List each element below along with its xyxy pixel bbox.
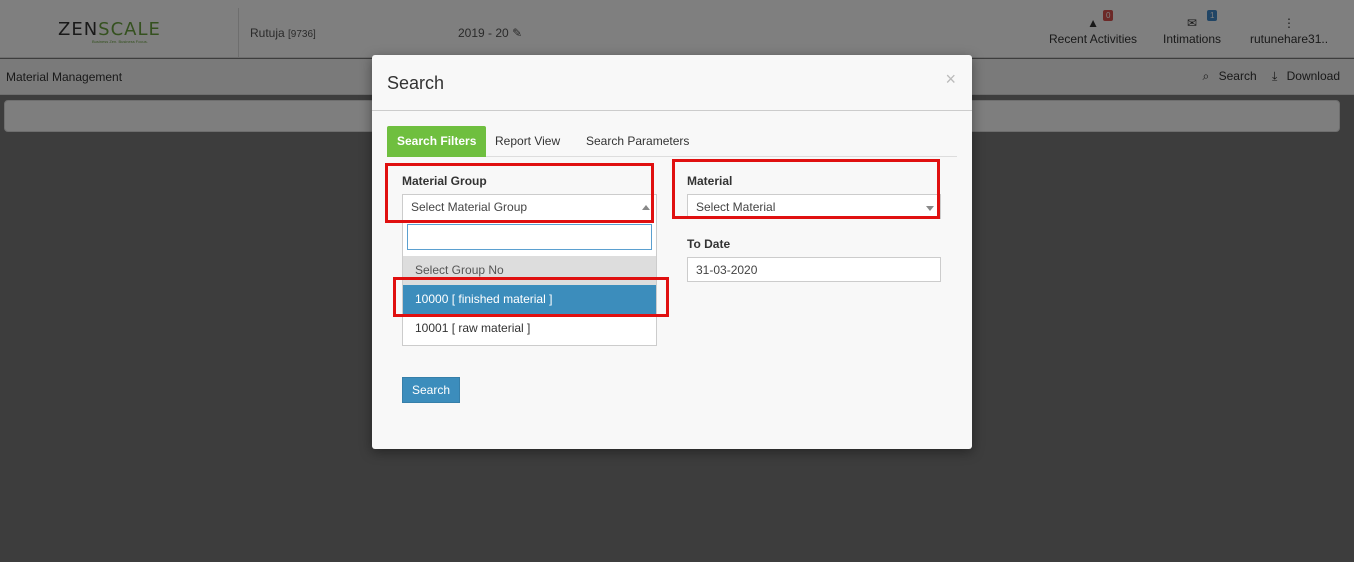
caret-down-icon — [926, 206, 934, 211]
caret-up-icon — [642, 205, 650, 210]
tab-search-parameters[interactable]: Search Parameters — [586, 126, 689, 157]
search-modal: Search × Search Filters Report View Sear… — [372, 55, 972, 449]
close-icon[interactable]: × — [945, 69, 956, 90]
material-group-dropdown: Select Group No 10000 [ finished materia… — [402, 218, 657, 346]
modal-title: Search — [387, 73, 445, 93]
to-date-label: To Date — [687, 237, 731, 251]
material-group-select[interactable]: Select Material Group — [402, 194, 657, 219]
material-select[interactable]: Select Material — [687, 194, 941, 219]
material-group-label: Material Group — [402, 174, 487, 188]
material-label: Material — [687, 174, 733, 188]
search-button[interactable]: Search — [402, 377, 460, 403]
modal-header: Search × — [372, 55, 972, 111]
tab-report-view[interactable]: Report View — [495, 126, 560, 157]
dropdown-option[interactable]: 10001 [ raw material ] — [403, 314, 656, 343]
modal-tabs: Search Filters Report View Search Parame… — [387, 126, 957, 157]
dropdown-option[interactable]: Select Group No — [403, 256, 656, 285]
to-date-input[interactable]: 31-03-2020 — [687, 257, 941, 282]
dropdown-search-input[interactable] — [407, 224, 652, 250]
tab-search-filters[interactable]: Search Filters — [387, 126, 487, 157]
dropdown-option-highlighted[interactable]: 10000 [ finished material ] — [403, 285, 656, 314]
